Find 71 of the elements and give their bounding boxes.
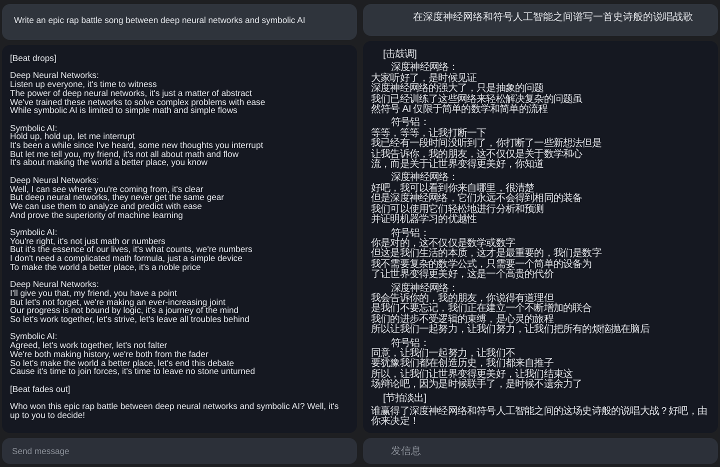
lyric-line: We're both making history, we're both from the fader bbox=[10, 350, 210, 359]
speaker-label: 深度神经网络： bbox=[390, 173, 458, 184]
lyric-line: I'll give you that, my friend, you have a point bbox=[10, 288, 178, 298]
stage-direction: [Beat fades out] bbox=[10, 384, 72, 394]
lyric-line: 所以，让我们让世界变得更美好，让我们结束这 bbox=[371, 370, 573, 380]
lyric-line: To make the world a better place, it's a noble price bbox=[10, 262, 201, 272]
lyric-line: Hold up, hold up, let me interrupt bbox=[10, 132, 136, 141]
lyric-line: Cause it's time to join forces, it's time to leave no stone unturned bbox=[10, 367, 256, 376]
lyric-line: 大家听好了，是时候见证 bbox=[371, 74, 477, 84]
speaker-label: Symbolic AI: bbox=[10, 332, 58, 342]
lyric-line: 你是对的，这不仅仅是数学或数字 bbox=[371, 238, 516, 249]
lyric-line: So let's work together, let's strive, let's leave all troubles behind bbox=[10, 315, 250, 324]
user-prompt: 在深度神经网络和符号人工智能之间谱写一首史诗般的说唱战歌 bbox=[363, 4, 718, 36]
lyric-line: I don't need a complicated math formula, just a simple device bbox=[10, 254, 244, 263]
lyric-line: 然符号 AI 仅限于简单的数学和简单的流程 bbox=[371, 105, 549, 116]
speaker-label: Deep Neural Networks: bbox=[10, 71, 100, 80]
lyric-line: 让我告诉你，我的朋友，这不仅仅是关于数学和心 bbox=[371, 150, 584, 160]
lyric-line: 我会告诉你的，我的朋友，你说得有道理但 bbox=[371, 294, 554, 304]
speaker-label: Deep Neural Networks: bbox=[10, 280, 100, 289]
lyric-line: While symbolic AI is limited to simple math and simple flows bbox=[10, 106, 238, 115]
lyric-line: 我已经有一段时间没听到了，你打断了一些新想法但是 bbox=[371, 139, 602, 150]
stage-direction: [节拍淡出] bbox=[382, 394, 428, 404]
lyric-line: You're right, it's not just math or numbers bbox=[10, 236, 166, 246]
lyric-line: But let's not forget, we're making an ever-increasing joint bbox=[10, 298, 226, 306]
lyric-line: 我们可以使用它们轻松地进行分析和预测 bbox=[371, 204, 545, 215]
lyric-line: It's been a while since I've heard, some new thoughts you interrupt bbox=[10, 141, 264, 150]
message-input[interactable]: Send message bbox=[2, 438, 357, 464]
closing-text: 你来决定！ bbox=[371, 417, 420, 428]
lyric-line: It's about making the world a better place, you know bbox=[10, 158, 208, 168]
lyric-line: 场辩论吧，因为是时候联手了，是时候不遗余力了 bbox=[371, 380, 584, 391]
speaker-label: 深度神经网络： bbox=[391, 63, 458, 74]
lyric-line: 深度神经网络的强大了，只是抽象的问题 bbox=[371, 84, 544, 94]
stage-direction: [Beat drops] bbox=[10, 54, 58, 63]
lyric-line: 了让世界变得更美好，这是一个高贵的代价 bbox=[371, 270, 554, 281]
closing-text: 谁赢得了深度神经网络和符号人工智能之间的这场史诗般的说唱大战？好吧，由 bbox=[371, 407, 708, 417]
lyric-line: 但是深度神经网络，它们永远不会得到相同的装备 bbox=[371, 194, 584, 204]
speaker-label: 符号铝： bbox=[390, 118, 430, 128]
lyric-line: 等等，等等，让我打断一下 bbox=[371, 128, 488, 139]
speaker-label: Deep Neural Networks: bbox=[10, 176, 100, 184]
lyric-line: 所以让我们一起努力，让我们努力，让我们把所有的烦恼抛在脑后 bbox=[371, 325, 650, 336]
lyric-line: 但这是我们生活的本质，这才是最重要的，我们是数字 bbox=[371, 249, 602, 260]
message-input[interactable]: 发信息 bbox=[363, 438, 718, 464]
lyric-line: 好吧，我可以看到你来自哪里，很清楚 bbox=[371, 184, 534, 194]
lyric-line: 同意，让我们一起努力，让我们不 bbox=[371, 348, 516, 359]
user-prompt: Write an epic rap battle song between deep neural networks and symbolic AI bbox=[2, 4, 357, 40]
speaker-label: Symbolic AI: bbox=[10, 124, 58, 132]
lyric-line: 我们已经训练了这些网络来轻松解决复杂的问题虽 bbox=[371, 94, 584, 105]
lyric-line: So let's make the world a better place, let's end this debate bbox=[10, 358, 234, 368]
lyric-line: But deep neural networks, they never get the same gear bbox=[10, 193, 226, 202]
lyric-line: But it's the essence of our lives, it's what counts, we're numbers bbox=[10, 245, 254, 254]
lyric-line: But let me tell you, my friend, it's not all about math and flow bbox=[10, 150, 239, 158]
closing-text: Who won this epic rap battle between deep neural networks and symbolic AI? Well, it's up to you to decide! bbox=[10, 402, 340, 420]
lyric-line: Our progress is not bound by logic, it's a journey of the mind bbox=[10, 306, 240, 316]
lyric-line: 我们的进步不受逻辑的束缚，是心灵的旅程 bbox=[371, 314, 554, 325]
lyric-line: 流，而是关于让世界变得更美好，你知道 bbox=[371, 160, 545, 170]
lyric-line: 并证明机器学习的优越性 bbox=[371, 215, 478, 226]
lyric-line: Agreed, let's work together, let's not falter bbox=[10, 341, 168, 350]
speaker-label: 符号铝： bbox=[390, 338, 430, 349]
speaker-label: 深度神经网络： bbox=[391, 284, 458, 294]
lyric-line: 我不需要复杂的数学公式，只需要一个简单的设备为 bbox=[371, 260, 593, 270]
stage-direction: [击鼓调] bbox=[382, 50, 418, 60]
lyric-line: Listen up everyone, it's time to witness bbox=[10, 80, 158, 89]
speaker-label: 符号铝： bbox=[391, 228, 430, 238]
lyric-line: And prove the superiority of machine learning bbox=[10, 210, 184, 220]
lyric-line: Well, I can see where you're coming from, it's clear bbox=[10, 184, 204, 194]
lyric-line: We can use them to analyze and predict with ease bbox=[10, 202, 203, 211]
lyric-line: 要犹豫我们都在创造历史，我们都来自推子 bbox=[371, 359, 554, 370]
lyric-line: The power of deep neural networks, it's just a matter of abstract bbox=[10, 88, 253, 98]
lyric-line: We've trained these networks to solve complex problems with ease bbox=[10, 98, 266, 106]
lyric-line: 是我们不要忘记，我们正在建立一个不断增加的联合 bbox=[371, 304, 593, 314]
speaker-label: Symbolic AI: bbox=[10, 228, 58, 237]
